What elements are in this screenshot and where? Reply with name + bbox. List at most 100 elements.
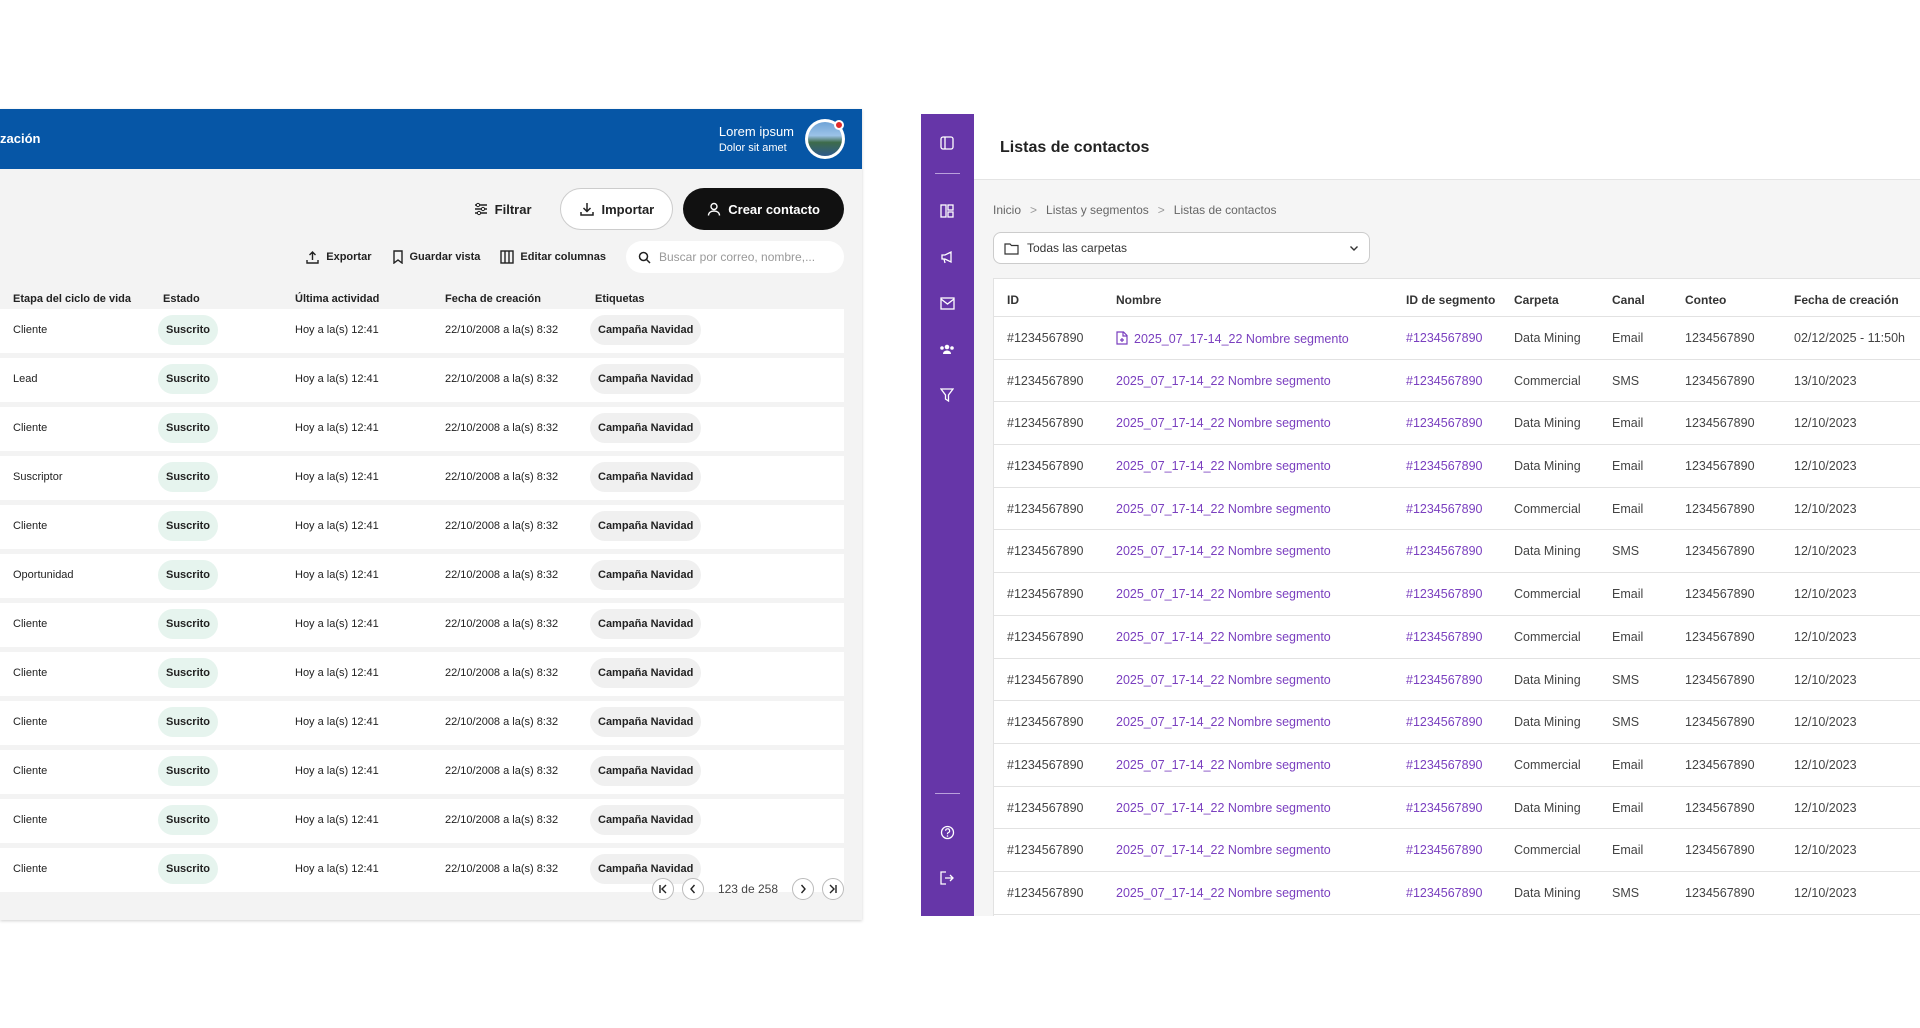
list-name-link[interactable]: 2025_07_17-14_22 Nombre segmento (1116, 715, 1331, 729)
segment-id-link[interactable]: #1234567890 (1406, 801, 1482, 815)
table-row[interactable]: #1234567890 2025_07_17-14_22 Nombre segme… (994, 573, 1920, 616)
segment-id-link[interactable]: #1234567890 (1406, 843, 1482, 857)
list-name-link[interactable]: 2025_07_17-14_22 Nombre segmento (1116, 758, 1331, 772)
prev-page-button[interactable] (681, 878, 704, 900)
segment-id-link[interactable]: #1234567890 (1406, 459, 1482, 473)
column-header[interactable]: Fecha de creación (445, 293, 541, 305)
funnel-icon[interactable] (938, 386, 956, 404)
list-name-link[interactable]: 2025_07_17-14_22 Nombre segmento (1116, 673, 1331, 687)
table-row[interactable]: #1234567890 2025_07_17-14_22 Nombre segme… (994, 616, 1920, 659)
save-view-button[interactable]: Guardar vista (392, 250, 480, 264)
breadcrumb-item[interactable]: Listas y segmentos (1046, 203, 1149, 217)
breadcrumb-item[interactable]: Inicio (993, 203, 1021, 217)
list-name-link[interactable]: 2025_07_17-14_22 Nombre segmento (1116, 502, 1331, 516)
list-name-link[interactable]: 2025_07_17-14_22 Nombre segmento (1116, 886, 1331, 900)
created-date: 22/10/2008 a la(s) 8:32 (445, 422, 559, 434)
list-name-link[interactable]: 2025_07_17-14_22 Nombre segmento (1116, 331, 1349, 346)
table-row[interactable]: #1234567890 2025_07_17-14_22 Nombre segme… (994, 402, 1920, 446)
list-name-link[interactable]: 2025_07_17-14_22 Nombre segmento (1116, 459, 1331, 473)
edit-columns-button[interactable]: Editar columnas (500, 250, 606, 264)
table-row[interactable]: Cliente Suscrito Hoy a la(s) 12:41 22/10/20… (0, 505, 844, 549)
segment-id-link[interactable]: #1234567890 (1406, 630, 1482, 644)
segment-id-link[interactable]: #1234567890 (1406, 673, 1482, 687)
dashboard-icon[interactable] (938, 202, 956, 220)
list-name-link[interactable]: 2025_07_17-14_22 Nombre segmento (1116, 801, 1331, 815)
avatar[interactable] (805, 119, 845, 159)
table-row[interactable]: Cliente Suscrito Hoy a la(s) 12:41 22/10/20… (0, 750, 844, 794)
filter-label: Filtrar (494, 201, 532, 217)
table-row[interactable]: #1234567890 2025_07_17-14_22 Nombre segme… (994, 787, 1920, 830)
first-page-icon (659, 884, 667, 894)
channel-cell: Email (1612, 331, 1644, 345)
segment-id-link[interactable]: #1234567890 (1406, 331, 1482, 345)
segment-id-link[interactable]: #1234567890 (1406, 416, 1482, 430)
person-icon (708, 202, 721, 216)
table-row[interactable]: Cliente Suscrito Hoy a la(s) 12:41 22/10/20… (0, 652, 844, 696)
mail-icon[interactable] (938, 294, 956, 312)
column-header[interactable]: Etapa del ciclo de vida (13, 293, 131, 305)
table-row[interactable]: Cliente Suscrito Hoy a la(s) 12:41 22/10/20… (0, 603, 844, 647)
table-row[interactable]: Cliente Suscrito Hoy a la(s) 12:41 22/10/20… (0, 701, 844, 745)
column-header[interactable]: Estado (163, 293, 200, 305)
create-contact-button[interactable]: Crear contacto (683, 188, 844, 230)
column-header[interactable]: Etiquetas (595, 293, 645, 305)
table-row[interactable]: #1234567890 2025_07_17-14_22 Nombre segme… (994, 530, 1920, 574)
first-page-button[interactable] (651, 878, 674, 900)
list-name-link[interactable]: 2025_07_17-14_22 Nombre segmento (1116, 843, 1331, 857)
help-icon[interactable] (938, 823, 956, 841)
list-name-link[interactable]: 2025_07_17-14_22 Nombre segmento (1116, 374, 1331, 388)
segment-id-link[interactable]: #1234567890 (1406, 886, 1482, 900)
segment-id-link[interactable]: #1234567890 (1406, 587, 1482, 601)
column-header[interactable]: Conteo (1685, 293, 1726, 307)
segment-id-link[interactable]: #1234567890 (1406, 502, 1482, 516)
next-page-button[interactable] (792, 878, 814, 900)
table-row[interactable]: Cliente Suscrito Hoy a la(s) 12:41 22/10/20… (0, 309, 844, 353)
table-row[interactable]: #1234567890 2025_07_17-14_22 Nombre segme… (994, 744, 1920, 787)
list-name: 2025_07_17-14_22 Nombre segmento (1116, 587, 1331, 602)
table-row[interactable]: #1234567890 2025_07_17-14_22 Nombre segme… (994, 829, 1920, 872)
column-header[interactable]: ID (1007, 293, 1019, 307)
segment-id-link[interactable]: #1234567890 (1406, 758, 1482, 772)
table-row[interactable]: Cliente Suscrito Hoy a la(s) 12:41 22/10/20… (0, 799, 844, 843)
import-button[interactable]: Importar (559, 188, 674, 230)
column-header[interactable]: Carpeta (1514, 293, 1559, 307)
column-header[interactable]: ID de segmento (1406, 293, 1495, 307)
list-name-link[interactable]: 2025_07_17-14_22 Nombre segmento (1116, 544, 1331, 558)
list-name-link[interactable]: 2025_07_17-14_22 Nombre segmento (1116, 416, 1331, 430)
megaphone-icon[interactable] (938, 248, 956, 266)
column-header[interactable]: Última actividad (295, 293, 379, 305)
last-page-button[interactable] (822, 878, 844, 900)
folder-select[interactable]: Todas las carpetas (993, 232, 1370, 264)
list-name-link[interactable]: 2025_07_17-14_22 Nombre segmento (1116, 630, 1331, 644)
table-row[interactable]: #1234567890 2025_07_17-14_22 Nombre segme… (994, 445, 1920, 488)
people-icon[interactable] (938, 340, 956, 358)
list-id: #1234567890 (1007, 800, 1084, 815)
table-row[interactable]: #1234567890 2025_07_17-14_22 Nombre segme… (994, 360, 1920, 403)
created-date: 22/10/2008 a la(s) 8:32 (445, 520, 559, 532)
table-row[interactable]: #1234567890 2025_07_17-14_22 Nombre segme… (994, 872, 1920, 915)
table-row[interactable]: Oportunidad Suscrito Hoy a la(s) 12:41 22/1… (0, 554, 844, 598)
table-row[interactable]: #1234567890 2025_07_17-14_22 Nombre segme… (994, 488, 1920, 531)
column-header[interactable]: Fecha de creación (1794, 293, 1899, 307)
segment-id-link[interactable]: #1234567890 (1406, 544, 1482, 558)
user-info[interactable]: Lorem ipsum Dolor sit amet (719, 124, 794, 154)
sidebar-toggle-icon[interactable] (938, 134, 956, 152)
table-row[interactable]: #1234567890 2025_07_17-14_22 Nombre segme… (994, 317, 1920, 360)
table-row[interactable]: Cliente Suscrito Hoy a la(s) 12:41 22/10/20… (0, 407, 844, 451)
channel-cell: SMS (1612, 885, 1640, 900)
table-row[interactable]: #1234567890 2025_07_17-14_22 Nombre segme… (994, 659, 1920, 702)
table-row[interactable]: Suscriptor Suscrito Hoy a la(s) 12:41 22/10… (0, 456, 844, 500)
segment-id-link[interactable]: #1234567890 (1406, 374, 1482, 388)
logout-icon[interactable] (938, 869, 956, 887)
segment-id-link[interactable]: #1234567890 (1406, 715, 1482, 729)
created-date: 12/10/2023 (1794, 843, 1857, 858)
search-input[interactable]: Buscar por correo, nombre,... (626, 241, 844, 273)
export-button[interactable]: Exportar (305, 250, 372, 265)
list-name-link[interactable]: 2025_07_17-14_22 Nombre segmento (1116, 587, 1331, 601)
channel-cell: Email (1612, 843, 1644, 858)
filter-button[interactable]: Filtrar (456, 188, 550, 230)
table-row[interactable]: #1234567890 2025_07_17-14_22 Nombre segme… (994, 701, 1920, 744)
column-header[interactable]: Nombre (1116, 293, 1161, 307)
column-header[interactable]: Canal (1612, 293, 1645, 307)
table-row[interactable]: Lead Suscrito Hoy a la(s) 12:41 22/10/2008 … (0, 358, 844, 402)
